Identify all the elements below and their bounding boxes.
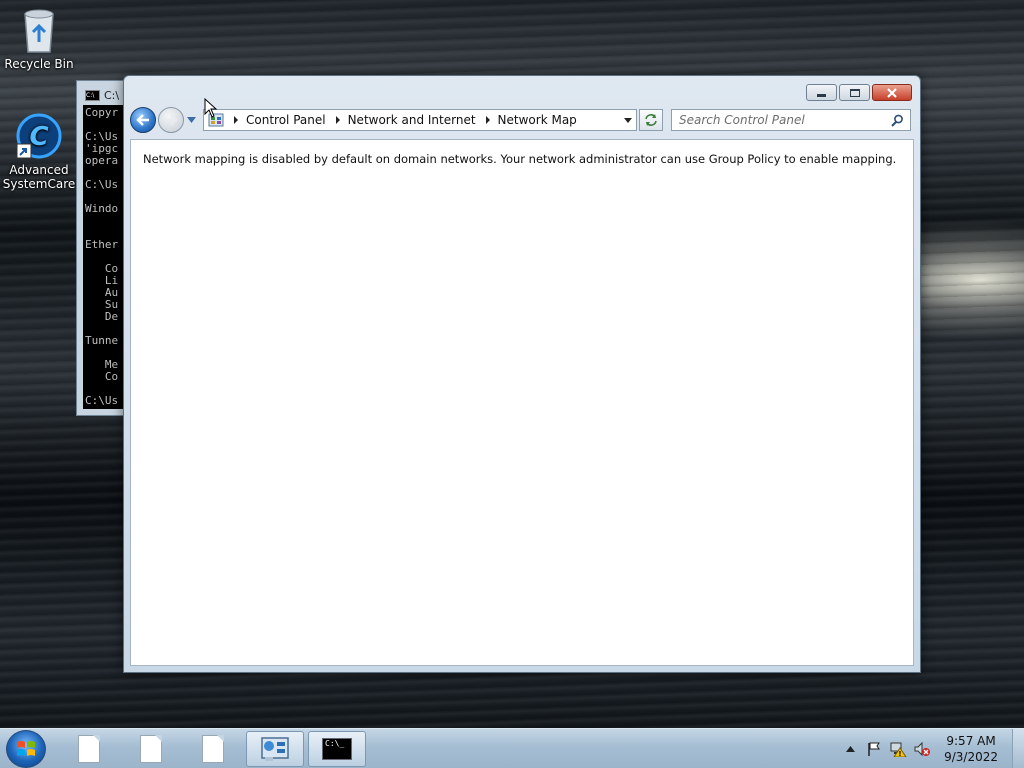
clock-date: 9/3/2022 (944, 750, 998, 764)
navigation-bar: Control Panel Network and Internet Netwo… (130, 106, 912, 134)
chevron-up-icon (845, 746, 855, 752)
command-prompt-icon: C:\ (85, 89, 100, 101)
desktop-icon-recycle-bin[interactable]: Recycle Bin (0, 6, 78, 71)
breadcrumb-separator[interactable] (485, 116, 490, 124)
forward-button[interactable] (158, 107, 184, 133)
command-prompt-icon: C:\_ (322, 738, 352, 760)
network-warning-icon: ! (890, 742, 907, 757)
show-hidden-icons-button[interactable] (841, 740, 859, 758)
clock-time: 9:57 AM (946, 734, 996, 748)
control-panel-icon (261, 737, 289, 761)
network-map-window[interactable]: Control Panel Network and Internet Netwo… (123, 75, 921, 673)
network-status-icon[interactable]: ! (889, 740, 907, 758)
action-center-flag-icon[interactable] (865, 740, 883, 758)
taskbar-item-document-3[interactable] (184, 731, 242, 767)
address-dropdown-icon[interactable] (624, 118, 632, 123)
speaker-muted-icon (914, 741, 931, 757)
minimize-button[interactable] (806, 84, 837, 101)
search-box[interactable] (671, 109, 911, 131)
search-icon[interactable] (891, 114, 904, 127)
window-caption-buttons (806, 84, 912, 101)
breadcrumb-control-panel[interactable]: Control Panel (246, 113, 326, 127)
minimize-icon (817, 94, 826, 97)
taskbar: C:\_ ! 9:57 AM 9/3/2022 (0, 728, 1024, 768)
taskbar-item-document-2[interactable] (122, 731, 180, 767)
start-button[interactable] (6, 730, 46, 768)
close-icon (887, 87, 897, 98)
desktop-icon-advanced-systemcare[interactable]: C Advanced SystemCare (0, 112, 78, 191)
recycle-bin-icon (24, 9, 54, 53)
address-bar[interactable]: Control Panel Network and Internet Netwo… (203, 109, 637, 131)
document-icon (140, 735, 162, 763)
maximize-icon (849, 88, 860, 97)
breadcrumb-network-and-internet[interactable]: Network and Internet (348, 113, 476, 127)
windows-logo-icon (17, 741, 35, 756)
chevron-down-icon (186, 117, 196, 123)
refresh-button[interactable] (639, 109, 663, 131)
network-mapping-disabled-message: Network mapping is disabled by default o… (143, 152, 897, 166)
document-icon (78, 735, 100, 763)
mouse-cursor-icon (204, 98, 218, 118)
document-icon (202, 735, 224, 763)
breadcrumb-network-map[interactable]: Network Map (498, 113, 577, 127)
recent-pages-button[interactable] (185, 114, 197, 126)
flag-icon (868, 742, 881, 756)
svg-text:C: C (29, 122, 48, 152)
taskbar-item-document-1[interactable] (60, 731, 118, 767)
taskbar-clock[interactable]: 9:57 AM 9/3/2022 (944, 733, 998, 765)
taskbar-item-command-prompt[interactable]: C:\_ (308, 731, 366, 767)
volume-muted-icon[interactable] (913, 740, 931, 758)
back-arrow-icon (136, 114, 149, 126)
refresh-icon (645, 114, 657, 126)
back-button[interactable] (130, 107, 156, 133)
notification-area: ! 9:57 AM 9/3/2022 (838, 729, 1024, 768)
advanced-systemcare-icon: C (16, 113, 62, 159)
breadcrumb-separator[interactable] (335, 116, 340, 124)
taskbar-item-control-panel[interactable] (246, 731, 304, 767)
forward-arrow-icon (165, 114, 178, 126)
console-title: C:\ (104, 88, 120, 102)
content-pane: Network mapping is disabled by default o… (130, 139, 914, 666)
close-button[interactable] (872, 84, 912, 101)
svg-text:!: ! (898, 750, 901, 757)
maximize-button[interactable] (839, 84, 870, 101)
recycle-bin-label: Recycle Bin (4, 57, 74, 71)
breadcrumb-separator[interactable] (234, 116, 238, 124)
advanced-systemcare-label: Advanced SystemCare (2, 163, 76, 191)
search-input[interactable] (679, 113, 879, 127)
show-desktop-button[interactable] (1012, 729, 1024, 768)
